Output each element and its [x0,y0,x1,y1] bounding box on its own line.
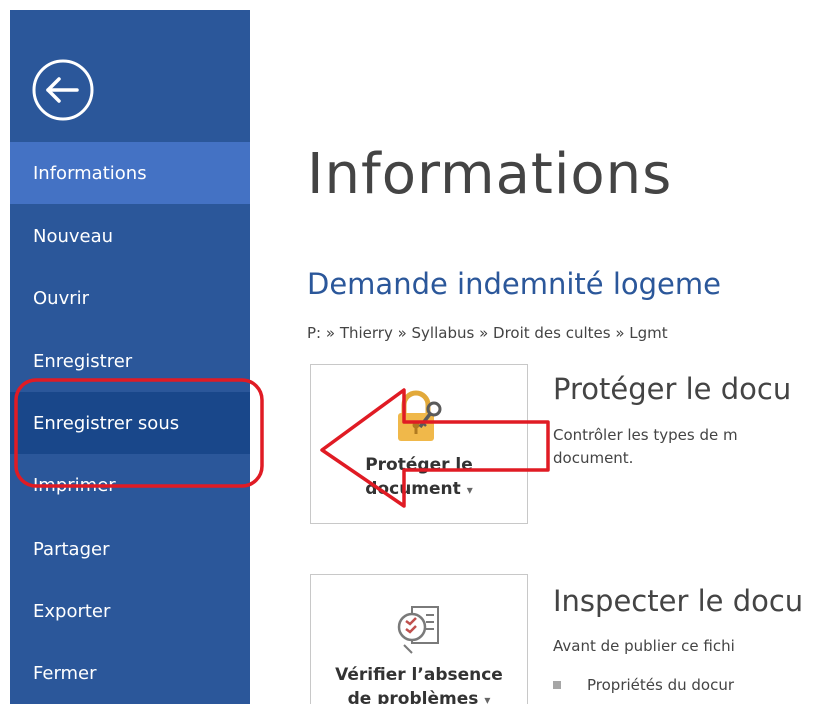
backstage-sidebar: Informations Nouveau Ouvrir Enregistrer … [10,10,250,704]
sidebar-item-label: Ouvrir [33,287,90,309]
back-arrow-icon [32,59,94,121]
check-issues-label: Vérifier l’absence [335,665,503,685]
protect-document-button[interactable]: Protéger le document ▾ [310,364,528,524]
inspect-section-description: Avant de publier ce fichi [553,637,735,655]
back-button[interactable] [31,58,95,122]
inspect-bullet-text: Propriétés du docur [587,676,734,694]
sidebar-item-label: Enregistrer [33,350,133,372]
sidebar-item-partager[interactable]: Partager [10,518,250,580]
sidebar-item-label: Enregistrer sous [33,412,180,434]
sidebar-item-label: Imprimer [33,474,116,496]
sidebar-item-enregistrer-sous[interactable]: Enregistrer sous [10,392,250,454]
caret-down-icon: ▾ [466,483,473,497]
page-title: Informations [307,142,673,207]
check-issues-button[interactable]: Vérifier l’absence de problèmes ▾ [310,574,528,704]
document-path[interactable]: P: » Thierry » Syllabus » Droit des cult… [307,324,668,342]
sidebar-item-label: Partager [33,538,110,560]
bullet-square-icon [553,681,561,689]
info-panel: Informations Demande indemnité logeme P:… [250,10,815,704]
sidebar-item-ouvrir[interactable]: Ouvrir [10,267,250,329]
caret-down-icon: ▾ [484,693,491,704]
protect-section-description: Contrôler les types de m document. [553,424,738,470]
protect-description-line-1: Contrôler les types de m [553,426,738,444]
sidebar-item-imprimer[interactable]: Imprimer [10,454,250,516]
protect-document-label: Protéger le [365,455,473,475]
sidebar-item-nouveau[interactable]: Nouveau [10,205,250,267]
sidebar-item-label: Informations [33,162,147,184]
inspect-bullet-item: Propriétés du docur [553,676,734,694]
sidebar-item-informations[interactable]: Informations [10,142,250,204]
sidebar-item-label: Fermer [33,662,97,684]
sidebar-item-label: Nouveau [33,225,114,247]
lock-key-icon [398,390,442,441]
sidebar-item-label: Exporter [33,600,111,622]
sidebar-item-exporter[interactable]: Exporter [10,580,250,642]
protect-document-label-2: document [365,479,461,499]
sidebar-item-enregistrer[interactable]: Enregistrer [10,330,250,392]
protect-section-heading: Protéger le docu [553,372,792,406]
document-name: Demande indemnité logeme [307,267,721,301]
inspect-section-heading: Inspecter le docu [553,584,804,618]
sidebar-item-fermer[interactable]: Fermer [10,642,250,704]
protect-description-line-2: document. [553,449,634,467]
checklist-inspect-icon [397,606,439,654]
check-issues-label-2: de problèmes [347,689,479,704]
